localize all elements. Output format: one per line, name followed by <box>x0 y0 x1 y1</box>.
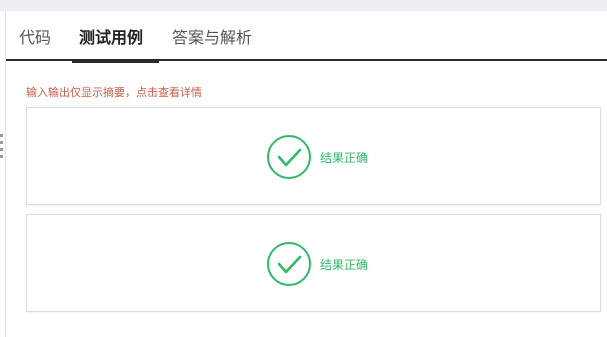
tab-bar: 代码 测试用例 答案与解析 <box>6 11 607 63</box>
check-circle-icon <box>267 242 311 286</box>
result-label: 结果正确 <box>320 257 369 272</box>
tab-test-cases[interactable]: 测试用例 <box>72 24 159 63</box>
check-circle-icon <box>267 135 311 179</box>
top-bar <box>0 0 607 11</box>
test-case-card[interactable]: 结果正确 <box>26 214 601 312</box>
result-label: 结果正确 <box>320 150 369 165</box>
tab-answer-analysis[interactable]: 答案与解析 <box>172 24 262 61</box>
test-case-card[interactable]: 结果正确 <box>26 107 601 205</box>
test-result: 结果正确 <box>266 241 368 287</box>
summary-hint: 输入输出仅显示摘要，点击查看详情 <box>26 86 202 99</box>
test-result: 结果正确 <box>266 134 368 180</box>
resize-handle[interactable] <box>0 134 4 166</box>
tab-code[interactable]: 代码 <box>19 24 53 61</box>
